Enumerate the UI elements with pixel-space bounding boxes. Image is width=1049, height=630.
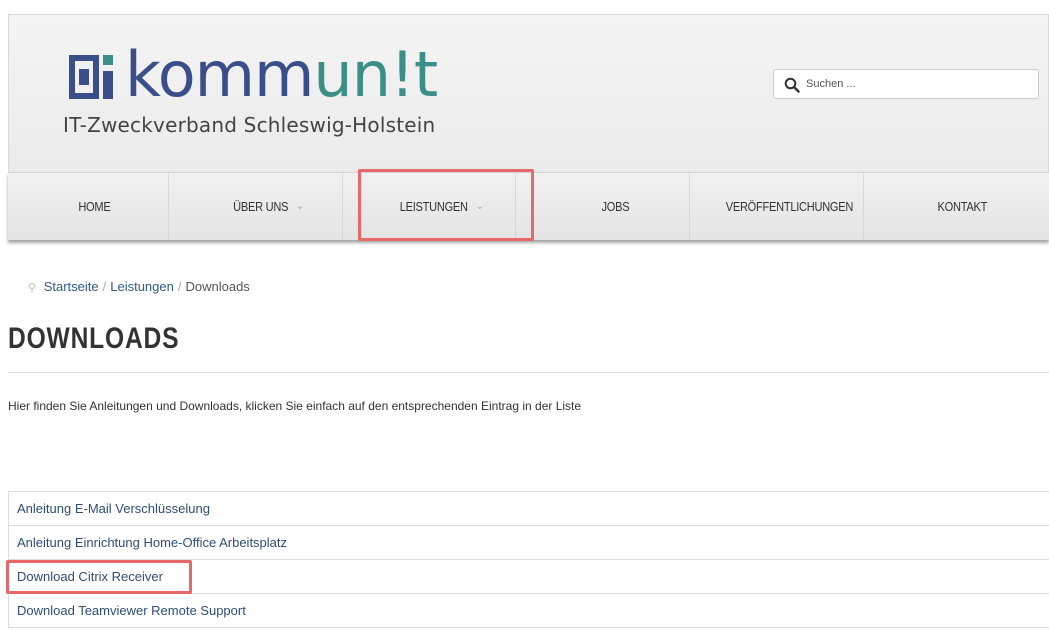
nav-item-veroeffentlichungen[interactable]: VERÖFFENTLICHUNGEN bbox=[716, 173, 864, 240]
breadcrumb-current: Downloads bbox=[185, 279, 250, 294]
logo-word-un: un bbox=[313, 38, 391, 111]
nav-item-label: JOBS bbox=[601, 199, 630, 214]
chevron-down-icon: ⌄ bbox=[296, 201, 304, 212]
location-pin-icon: ⚲ bbox=[28, 282, 37, 294]
breadcrumb-link-startseite[interactable]: Startseite bbox=[44, 279, 99, 294]
site-header: kommun!t IT-Zweckverband Schleswig-Holst… bbox=[8, 14, 1049, 172]
nav-item-label: HOME bbox=[78, 199, 111, 214]
nav-item-label: VERÖFFENTLICHUNGEN bbox=[725, 199, 853, 214]
search-box[interactable] bbox=[773, 69, 1039, 99]
search-icon bbox=[784, 77, 800, 93]
nav-item-kontakt[interactable]: KONTAKT bbox=[889, 173, 1036, 240]
list-item-teamviewer[interactable]: Download Teamviewer Remote Support bbox=[8, 594, 1049, 628]
nav-item-label: KONTAKT bbox=[937, 199, 988, 214]
nav-item-label: ÜBER UNS bbox=[232, 199, 288, 214]
list-item-email-verschluesselung[interactable]: Anleitung E-Mail Verschlüsselung bbox=[8, 492, 1049, 526]
nav-item-home[interactable]: HOME bbox=[21, 173, 169, 240]
list-item-home-office[interactable]: Anleitung Einrichtung Home-Office Arbeit… bbox=[8, 526, 1049, 560]
nav-item-jobs[interactable]: JOBS bbox=[542, 173, 690, 240]
logo-word-komm: komm bbox=[125, 38, 314, 111]
breadcrumb: ⚲ Startseite / Leistungen / Downloads bbox=[28, 279, 250, 294]
nav-item-leistungen[interactable]: LEISTUNGEN ⌄ bbox=[368, 173, 516, 240]
title-divider bbox=[8, 372, 1049, 373]
site-logo[interactable]: kommun!t IT-Zweckverband Schleswig-Holst… bbox=[63, 38, 438, 163]
breadcrumb-separator: / bbox=[102, 279, 107, 294]
nav-item-ueber-uns[interactable]: ÜBER UNS ⌄ bbox=[195, 173, 343, 240]
breadcrumb-separator: / bbox=[177, 279, 182, 294]
breadcrumb-link-leistungen[interactable]: Leistungen bbox=[110, 279, 174, 294]
logo-word-it: !t bbox=[390, 38, 438, 111]
logo-subtitle: IT-Zweckverband Schleswig-Holstein bbox=[63, 113, 436, 137]
page-title: DOWNLOADS bbox=[8, 322, 180, 355]
search-input[interactable] bbox=[806, 74, 1026, 94]
nav-item-label: LEISTUNGEN bbox=[400, 199, 469, 214]
downloads-list: Anleitung E-Mail Verschlüsselung Anleitu… bbox=[8, 491, 1049, 628]
logo-mark-icon bbox=[69, 55, 113, 99]
main-nav: HOME ÜBER UNS ⌄ LEISTUNGEN ⌄ JOBS VERÖFFEN… bbox=[8, 172, 1049, 240]
chevron-down-icon: ⌄ bbox=[476, 201, 484, 212]
intro-text: Hier finden Sie Anleitungen und Download… bbox=[8, 399, 582, 413]
list-item-citrix-receiver[interactable]: Download Citrix Receiver bbox=[8, 560, 1049, 594]
logo-wordmark: kommun!t bbox=[125, 35, 438, 115]
